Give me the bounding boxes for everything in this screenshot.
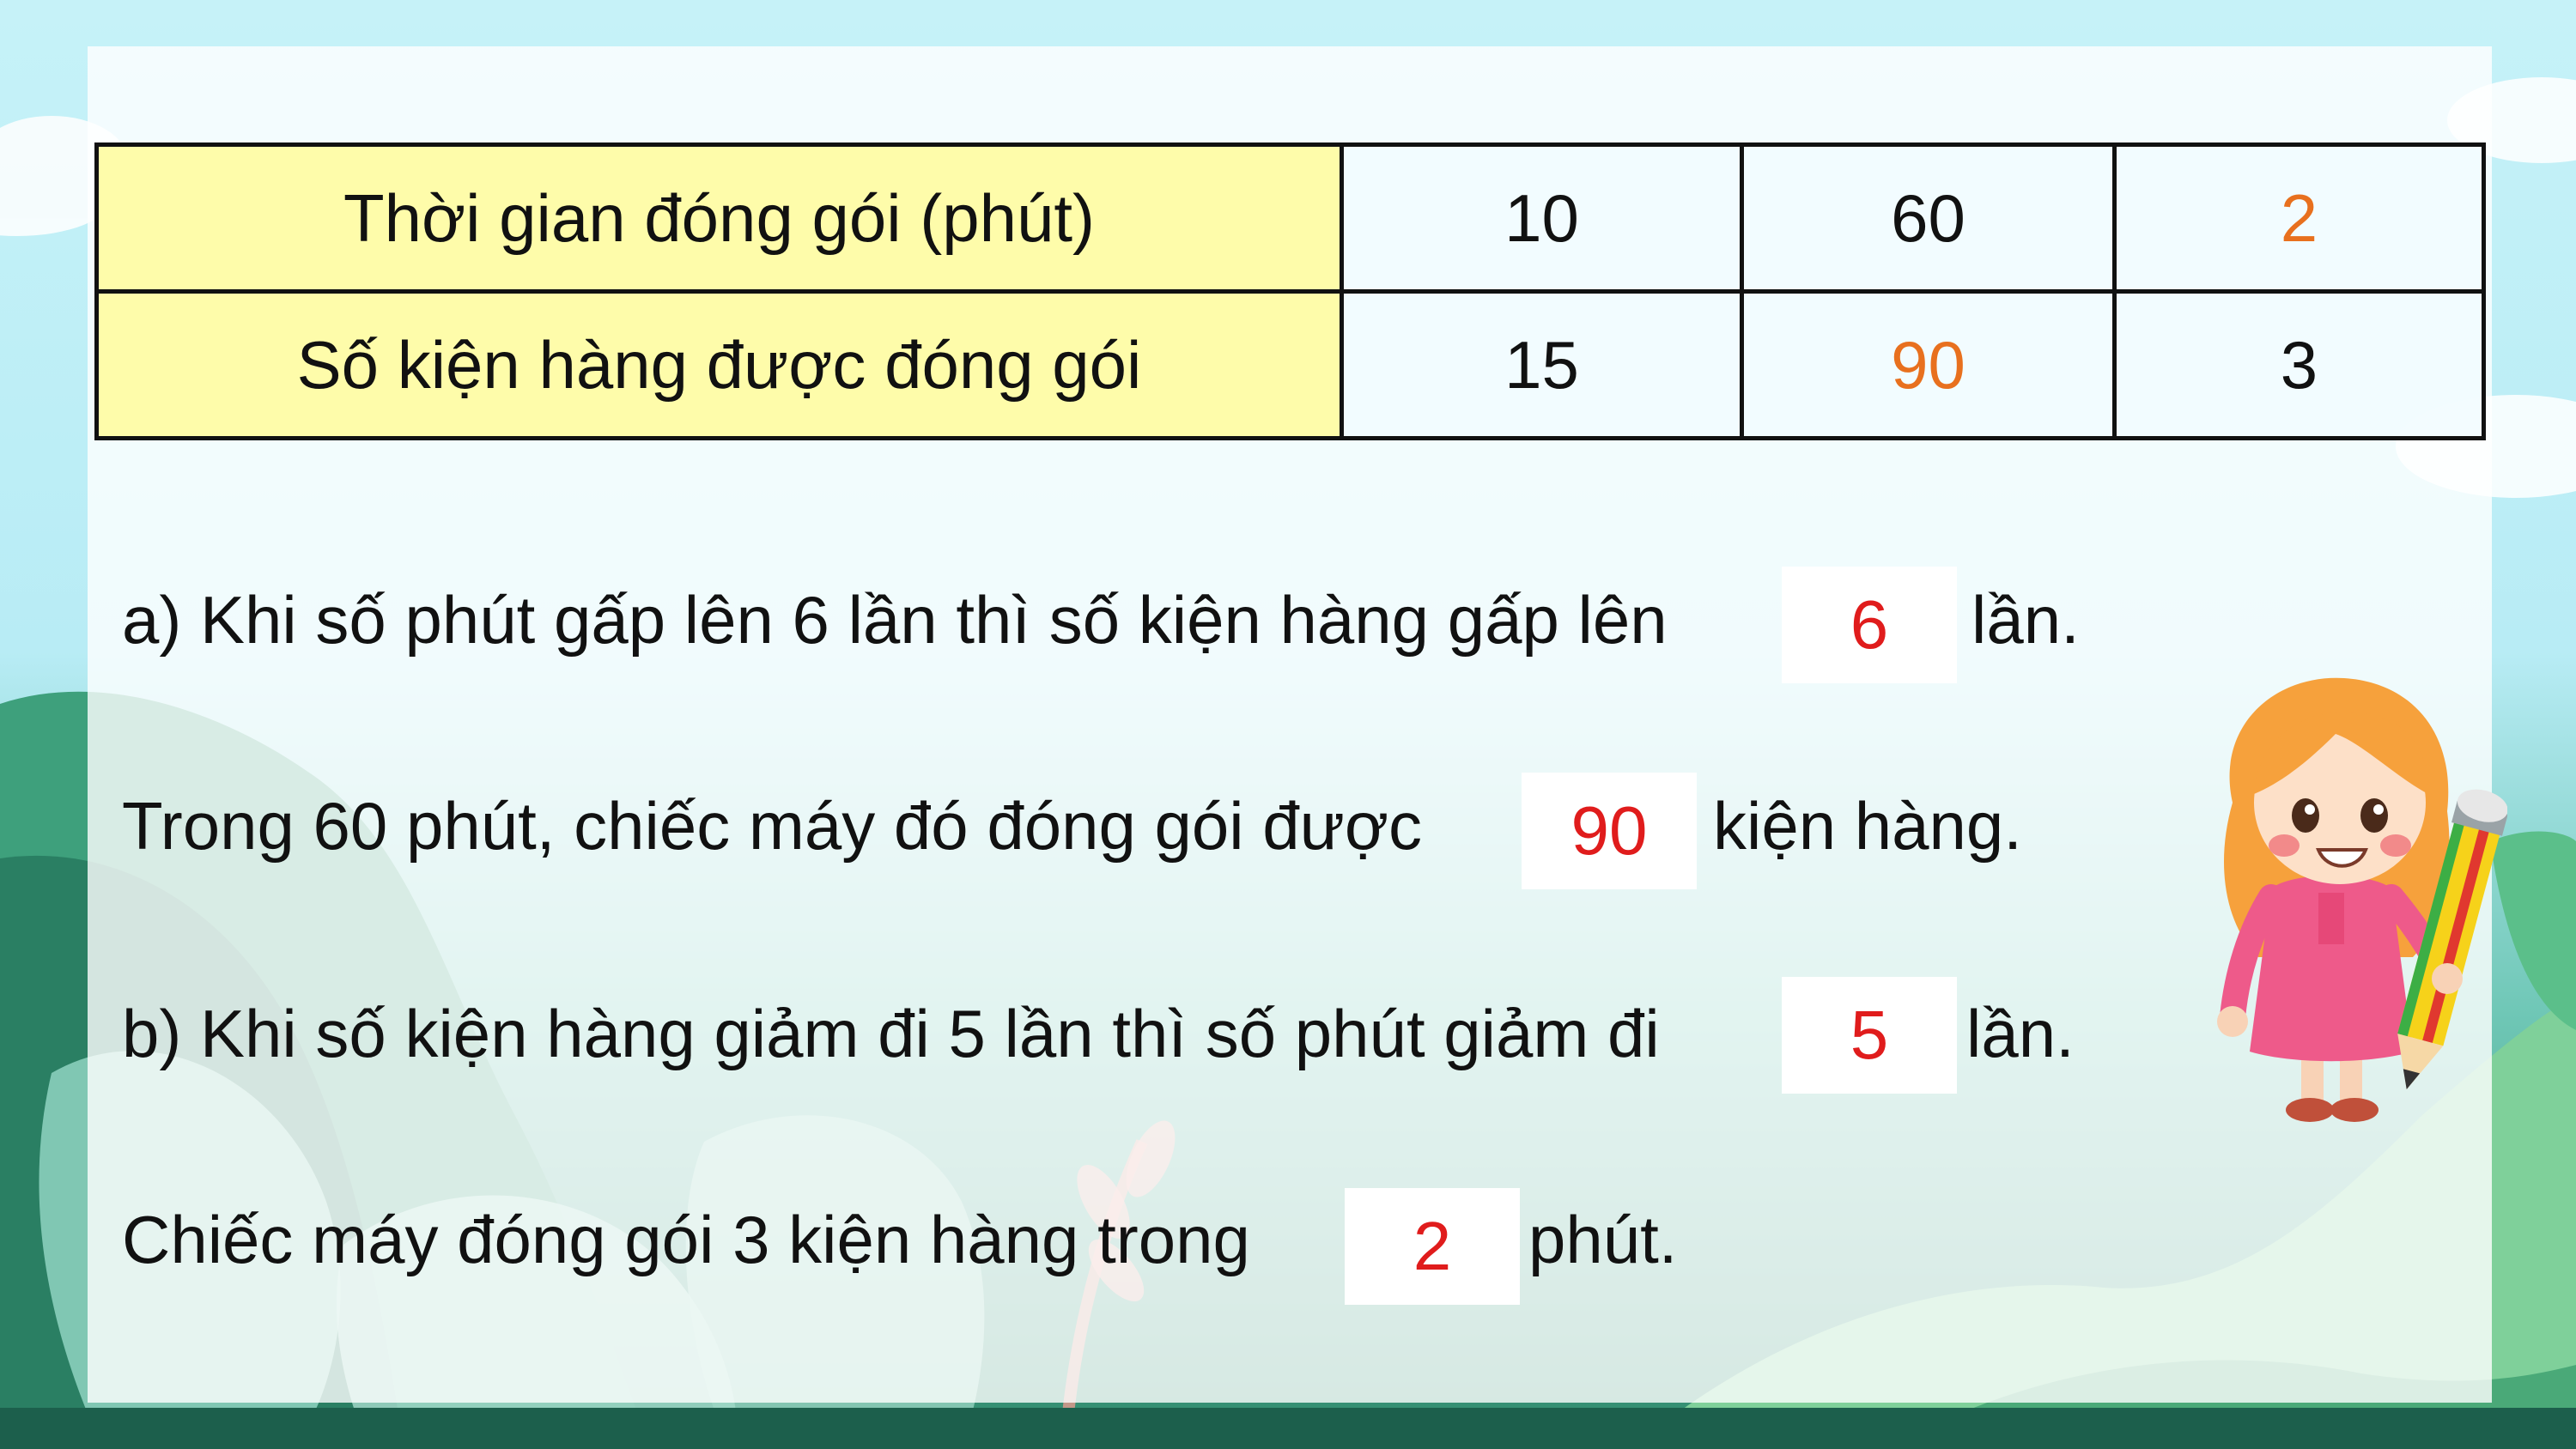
table-cell: 60 — [1740, 142, 2117, 294]
table-row: Thời gian đóng gói (phút) 10 60 2 — [94, 142, 2486, 294]
question-a-part2-before: Trong 60 phút, chiếc máy đó đóng gói đượ… — [122, 788, 1423, 864]
table-cell: 15 — [1340, 289, 1744, 440]
table-cell-highlight: 90 — [1740, 289, 2117, 440]
row-header-packages: Số kiện hàng được đóng gói — [94, 289, 1344, 440]
row-header-time: Thời gian đóng gói (phút) — [94, 142, 1344, 294]
table-cell-highlight: 2 — [2112, 142, 2486, 294]
answer-box-b2[interactable]: 2 — [1345, 1188, 1520, 1305]
table-cell: 10 — [1340, 142, 1744, 294]
table-row: Số kiện hàng được đóng gói 15 90 3 — [94, 289, 2486, 440]
question-a-part1-before: a) Khi số phút gấp lên 6 lần thì số kiện… — [122, 582, 1668, 658]
question-b-part2-after: phút. — [1528, 1202, 1678, 1277]
question-b-part1-after: lần. — [1966, 996, 2075, 1071]
answer-box-a1[interactable]: 6 — [1782, 567, 1957, 683]
answer-box-b1[interactable]: 5 — [1782, 977, 1957, 1094]
question-a-part2-after: kiện hàng. — [1713, 788, 2022, 864]
girl-with-pencil-icon — [2217, 677, 2507, 1122]
data-table: Thời gian đóng gói (phút) 10 60 2 Số kiệ… — [94, 142, 2486, 440]
answer-box-a2[interactable]: 90 — [1522, 773, 1697, 889]
table-cell: 3 — [2112, 289, 2486, 440]
question-a-part1-after: lần. — [1971, 582, 2080, 658]
question-b-part2-before: Chiếc máy đóng gói 3 kiện hàng trong — [122, 1202, 1250, 1277]
question-b-part1-before: b) Khi số kiện hàng giảm đi 5 lần thì số… — [122, 996, 1660, 1071]
